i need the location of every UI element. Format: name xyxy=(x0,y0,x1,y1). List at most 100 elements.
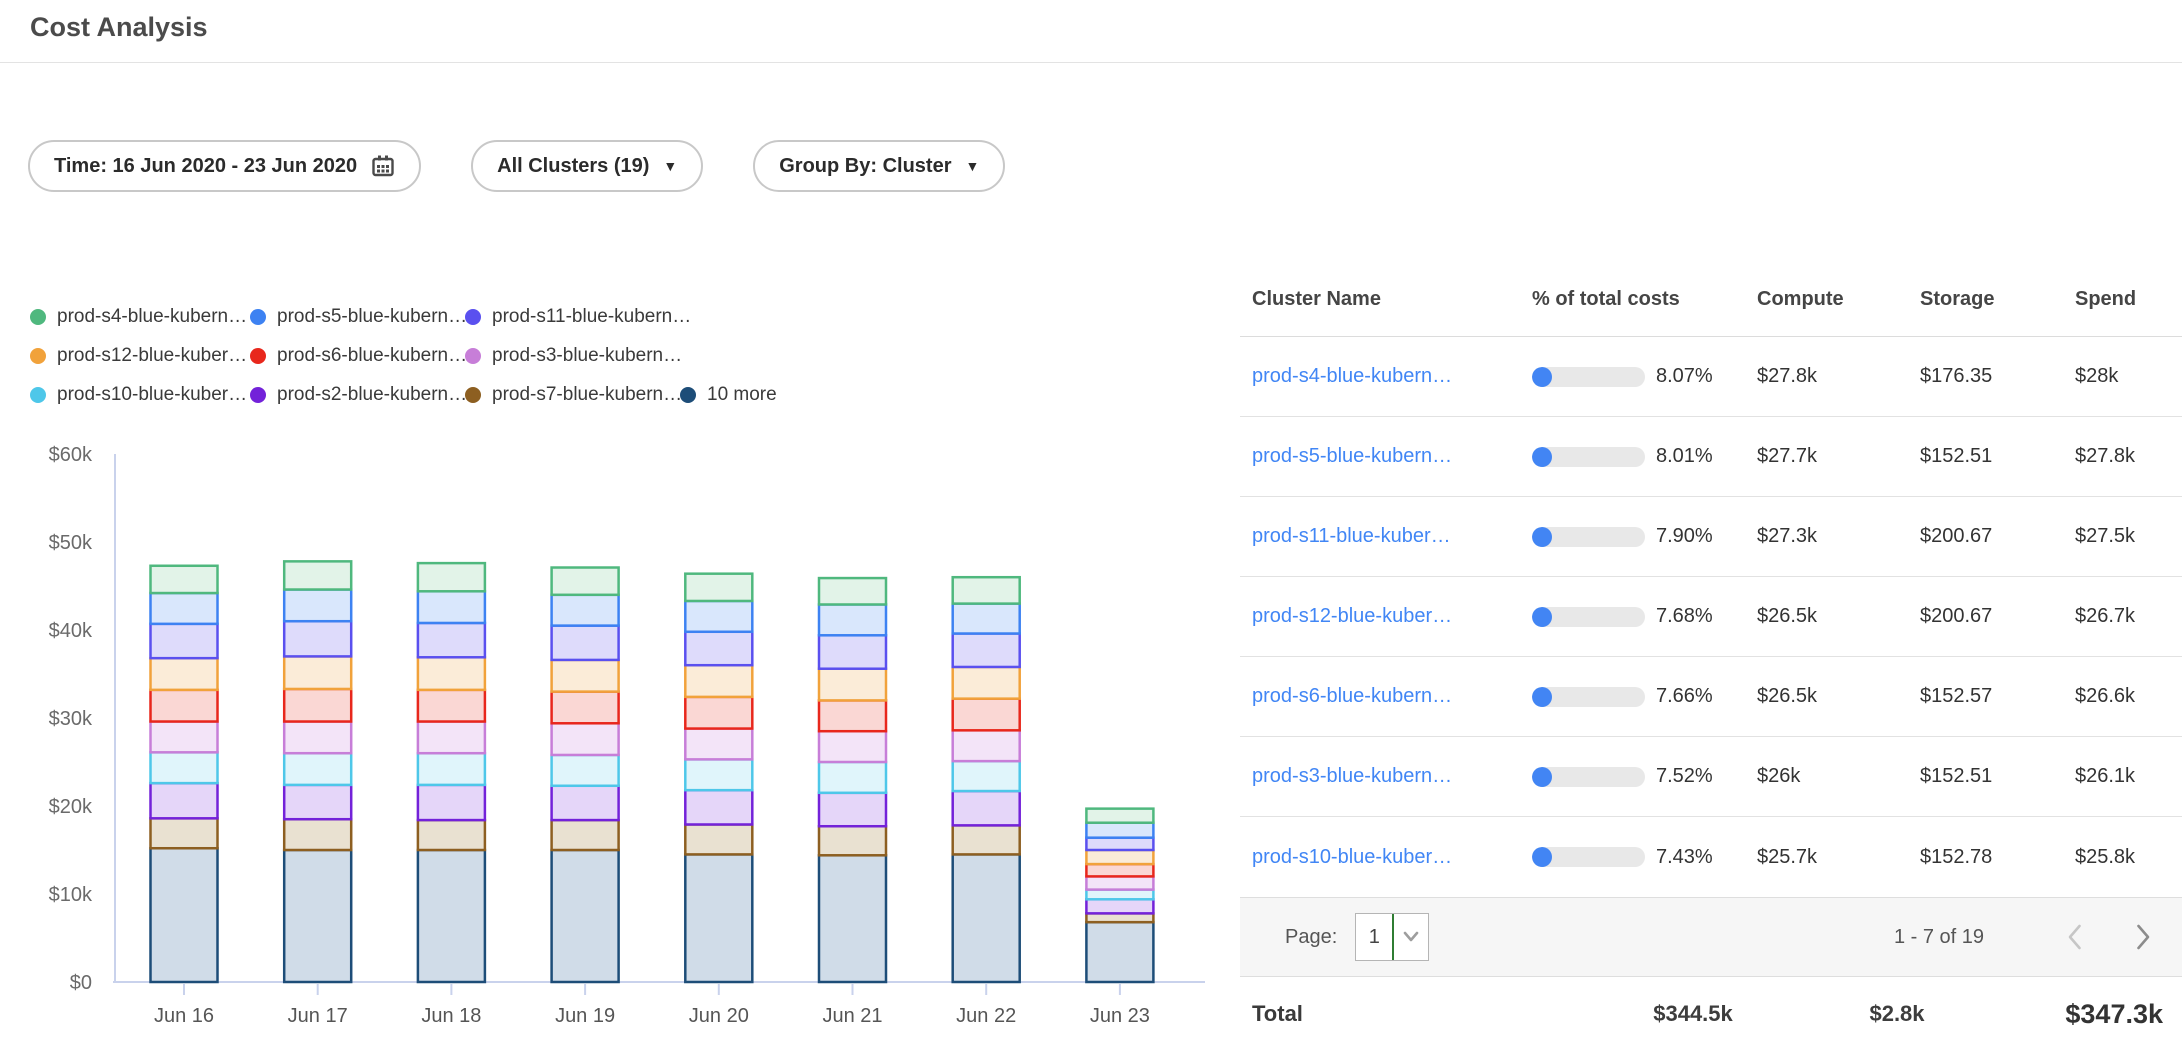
bar-segment-prod-s2-blue-kubern-jun-20[interactable] xyxy=(685,790,752,824)
page-select[interactable]: 1 xyxy=(1355,913,1429,961)
bar-segment-prod-s3-blue-kubern-jun-21[interactable] xyxy=(819,731,886,762)
bar-segment-prod-s7-blue-kubern-jun-23[interactable] xyxy=(1086,913,1153,922)
bar-segment-prod-s11-blue-kubern-jun-20[interactable] xyxy=(685,632,752,665)
bar-segment-prod-s11-blue-kubern-jun-23[interactable] xyxy=(1086,838,1153,850)
legend-item-prod-s6-blue-kubern[interactable]: prod-s6-blue-kubern… xyxy=(250,345,465,367)
bar-segment-prod-s2-blue-kubern-jun-23[interactable] xyxy=(1086,899,1153,913)
bar-segment-prod-s6-blue-kubern-jun-18[interactable] xyxy=(418,690,485,722)
bar-segment-prod-s11-blue-kubern-jun-16[interactable] xyxy=(151,624,218,658)
bar-segment-prod-s2-blue-kubern-jun-16[interactable] xyxy=(151,783,218,818)
bar-segment-prod-s4-blue-kubern-jun-20[interactable] xyxy=(685,574,752,601)
bar-segment-prod-s12-blue-kuber-jun-22[interactable] xyxy=(953,667,1020,699)
bar-segment-prod-s5-blue-kubern-jun-23[interactable] xyxy=(1086,823,1153,838)
bar-segment-prod-s3-blue-kubern-jun-17[interactable] xyxy=(284,722,351,754)
cluster-name-link[interactable]: prod-s12-blue-kuber… xyxy=(1252,605,1452,627)
legend-item-prod-s3-blue-kubern[interactable]: prod-s3-blue-kubern… xyxy=(465,345,680,367)
bar-segment-prod-s12-blue-kuber-jun-16[interactable] xyxy=(151,658,218,690)
bar-segment-prod-s6-blue-kubern-jun-16[interactable] xyxy=(151,690,218,722)
bar-segment-prod-s4-blue-kubern-jun-16[interactable] xyxy=(151,566,218,593)
bar-segment-prod-s6-blue-kubern-jun-20[interactable] xyxy=(685,697,752,729)
bar-segment-prod-s7-blue-kubern-jun-22[interactable] xyxy=(953,825,1020,854)
bar-segment-prod-s3-blue-kubern-jun-18[interactable] xyxy=(418,722,485,754)
bar-segment-prod-s10-blue-kuber-jun-23[interactable] xyxy=(1086,890,1153,900)
bar-segment-prod-s5-blue-kubern-jun-21[interactable] xyxy=(819,604,886,635)
bar-segment-prod-s7-blue-kubern-jun-20[interactable] xyxy=(685,824,752,854)
bar-segment-prod-s11-blue-kubern-jun-17[interactable] xyxy=(284,621,351,656)
bar-segment-prod-s11-blue-kubern-jun-19[interactable] xyxy=(552,626,619,660)
bar-segment-prod-s5-blue-kubern-jun-20[interactable] xyxy=(685,601,752,632)
bar-segment-10-more-jun-20[interactable] xyxy=(685,854,752,982)
bar-segment-prod-s3-blue-kubern-jun-22[interactable] xyxy=(953,730,1020,761)
bar-segment-prod-s10-blue-kuber-jun-16[interactable] xyxy=(151,752,218,783)
bar-segment-prod-s6-blue-kubern-jun-19[interactable] xyxy=(552,692,619,724)
bar-segment-prod-s11-blue-kubern-jun-22[interactable] xyxy=(953,634,1020,667)
bar-segment-prod-s4-blue-kubern-jun-21[interactable] xyxy=(819,578,886,604)
bar-segment-prod-s5-blue-kubern-jun-22[interactable] xyxy=(953,604,1020,634)
legend-item-prod-s2-blue-kubern[interactable]: prod-s2-blue-kubern… xyxy=(250,384,465,406)
bar-segment-prod-s4-blue-kubern-jun-19[interactable] xyxy=(552,568,619,595)
bar-segment-prod-s5-blue-kubern-jun-18[interactable] xyxy=(418,591,485,623)
time-range-filter-button[interactable]: Time: 16 Jun 2020 - 23 Jun 2020 xyxy=(28,140,421,192)
group-by-filter-button[interactable]: Group By: Cluster ▼ xyxy=(753,140,1005,192)
bar-segment-10-more-jun-23[interactable] xyxy=(1086,922,1153,982)
bar-segment-prod-s6-blue-kubern-jun-23[interactable] xyxy=(1086,864,1153,876)
bar-segment-prod-s2-blue-kubern-jun-22[interactable] xyxy=(953,791,1020,825)
bar-segment-10-more-jun-19[interactable] xyxy=(552,850,619,982)
cluster-name-link[interactable]: prod-s6-blue-kubern… xyxy=(1252,685,1452,707)
bar-segment-prod-s7-blue-kubern-jun-19[interactable] xyxy=(552,820,619,850)
bar-segment-prod-s4-blue-kubern-jun-18[interactable] xyxy=(418,563,485,591)
bar-segment-prod-s4-blue-kubern-jun-22[interactable] xyxy=(953,577,1020,603)
bar-segment-prod-s12-blue-kuber-jun-21[interactable] xyxy=(819,669,886,701)
legend-item-prod-s5-blue-kubern[interactable]: prod-s5-blue-kubern… xyxy=(250,306,465,328)
cluster-name-link[interactable]: prod-s5-blue-kubern… xyxy=(1252,445,1452,467)
bar-segment-prod-s12-blue-kuber-jun-17[interactable] xyxy=(284,656,351,689)
next-page-button[interactable] xyxy=(2135,923,2152,951)
bar-segment-prod-s10-blue-kuber-jun-22[interactable] xyxy=(953,761,1020,791)
bar-segment-prod-s5-blue-kubern-jun-17[interactable] xyxy=(284,590,351,622)
cluster-name-link[interactable]: prod-s3-blue-kubern… xyxy=(1252,765,1452,787)
cluster-name-link[interactable]: prod-s10-blue-kuber… xyxy=(1252,846,1452,868)
bar-segment-10-more-jun-18[interactable] xyxy=(418,850,485,982)
bar-segment-prod-s12-blue-kuber-jun-19[interactable] xyxy=(552,660,619,692)
bar-segment-prod-s2-blue-kubern-jun-19[interactable] xyxy=(552,786,619,820)
legend-item-prod-s4-blue-kubern[interactable]: prod-s4-blue-kubern… xyxy=(30,306,250,328)
cluster-name-link[interactable]: prod-s11-blue-kuber… xyxy=(1252,525,1451,547)
bar-segment-prod-s3-blue-kubern-jun-20[interactable] xyxy=(685,729,752,760)
bar-segment-prod-s6-blue-kubern-jun-22[interactable] xyxy=(953,699,1020,731)
legend-item-prod-s10-blue-kuber[interactable]: prod-s10-blue-kuber… xyxy=(30,384,250,406)
bar-segment-prod-s5-blue-kubern-jun-16[interactable] xyxy=(151,593,218,624)
bar-segment-prod-s3-blue-kubern-jun-23[interactable] xyxy=(1086,876,1153,889)
previous-page-button[interactable] xyxy=(2066,923,2083,951)
legend-item-prod-s11-blue-kubern[interactable]: prod-s11-blue-kubern… xyxy=(465,306,680,328)
bar-segment-prod-s11-blue-kubern-jun-18[interactable] xyxy=(418,623,485,657)
bar-segment-prod-s3-blue-kubern-jun-19[interactable] xyxy=(552,723,619,755)
legend-item-prod-s7-blue-kubern[interactable]: prod-s7-blue-kubern… xyxy=(465,384,680,406)
legend-item-10-more[interactable]: 10 more xyxy=(680,384,777,406)
bar-segment-prod-s10-blue-kuber-jun-18[interactable] xyxy=(418,753,485,785)
clusters-filter-button[interactable]: All Clusters (19) ▼ xyxy=(471,140,703,192)
bar-segment-prod-s11-blue-kubern-jun-21[interactable] xyxy=(819,635,886,668)
bar-segment-prod-s7-blue-kubern-jun-16[interactable] xyxy=(151,818,218,848)
bar-segment-prod-s4-blue-kubern-jun-17[interactable] xyxy=(284,561,351,589)
bar-segment-10-more-jun-21[interactable] xyxy=(819,855,886,982)
cluster-name-link[interactable]: prod-s4-blue-kubern… xyxy=(1252,365,1452,387)
bar-segment-prod-s4-blue-kubern-jun-23[interactable] xyxy=(1086,809,1153,823)
bar-segment-prod-s10-blue-kuber-jun-19[interactable] xyxy=(552,755,619,786)
bar-segment-prod-s6-blue-kubern-jun-21[interactable] xyxy=(819,700,886,731)
bar-segment-prod-s2-blue-kubern-jun-18[interactable] xyxy=(418,785,485,820)
bar-segment-prod-s5-blue-kubern-jun-19[interactable] xyxy=(552,595,619,626)
bar-segment-prod-s7-blue-kubern-jun-21[interactable] xyxy=(819,826,886,855)
bar-segment-prod-s2-blue-kubern-jun-17[interactable] xyxy=(284,785,351,819)
bar-segment-prod-s3-blue-kubern-jun-16[interactable] xyxy=(151,722,218,753)
bar-segment-prod-s7-blue-kubern-jun-17[interactable] xyxy=(284,819,351,850)
bar-segment-prod-s7-blue-kubern-jun-18[interactable] xyxy=(418,820,485,850)
bar-segment-prod-s10-blue-kuber-jun-17[interactable] xyxy=(284,753,351,785)
bar-segment-prod-s12-blue-kuber-jun-20[interactable] xyxy=(685,665,752,697)
bar-segment-10-more-jun-16[interactable] xyxy=(151,848,218,982)
bar-segment-prod-s2-blue-kubern-jun-21[interactable] xyxy=(819,793,886,826)
bar-segment-10-more-jun-22[interactable] xyxy=(953,854,1020,982)
bar-segment-prod-s10-blue-kuber-jun-21[interactable] xyxy=(819,762,886,793)
bar-segment-prod-s12-blue-kuber-jun-18[interactable] xyxy=(418,657,485,690)
legend-item-prod-s12-blue-kuber[interactable]: prod-s12-blue-kuber… xyxy=(30,345,250,367)
bar-segment-prod-s12-blue-kuber-jun-23[interactable] xyxy=(1086,850,1153,864)
